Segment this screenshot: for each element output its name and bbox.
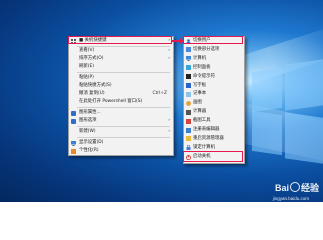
menu-separator — [77, 126, 170, 127]
menu-separator — [77, 72, 170, 73]
submenu-item-restart-explorer[interactable]: 重启资源管理器 — [184, 135, 244, 143]
wordpad-icon — [185, 83, 191, 88]
highlight-box — [183, 36, 243, 44]
menu-item-label: 刷新(E) — [79, 64, 94, 69]
snipping-icon — [185, 118, 191, 124]
graphics-icon — [71, 118, 76, 124]
menu-item-label: 查看(V) — [79, 48, 95, 53]
chevron-right-icon: › — [168, 129, 170, 134]
submenu-item-label: 计算机 — [193, 55, 207, 61]
windows-logo-pane — [285, 112, 323, 164]
menu-item-undo-copy[interactable]: 撤消 复制(U) Ctrl+Z — [69, 90, 173, 98]
app-icon — [185, 47, 191, 53]
windows-logo-pane — [252, 67, 282, 113]
submenu-item-label: 注册表编辑器 — [193, 127, 220, 132]
menu-item-label: 粘贴快捷方式(S) — [79, 83, 112, 88]
chevron-right-icon: › — [168, 48, 170, 53]
submenu-item-label: 重启资源管理器 — [193, 135, 224, 141]
chevron-right-icon: › — [168, 118, 170, 123]
menu-item-graphics-options[interactable]: 图形选项 › — [69, 117, 173, 125]
windows-logo-pane — [252, 110, 282, 156]
calculator-icon — [185, 109, 191, 115]
submenu-item-label: 写字板 — [193, 82, 207, 88]
watermark-brand-2: 经验 — [300, 183, 319, 193]
explorer-icon — [185, 136, 191, 142]
watermark-brand: Bai — [274, 183, 289, 193]
menu-separator — [77, 137, 170, 138]
desktop-context-menu: ■ 关机快捷键 › 查看(V) › 排序方式(O) › 刷新(E) 粘贴(P) … — [68, 36, 174, 156]
submenu-item-label: 记事本 — [193, 91, 207, 97]
menu-item-refresh[interactable]: 刷新(E) — [69, 63, 173, 71]
submenu-item-cmd[interactable]: 命令提示符 — [184, 73, 244, 81]
submenu-item-control-panel[interactable]: 控制面板 — [184, 64, 244, 72]
shutdown-shortcuts-submenu: 切换用户 切换部分选项 计算机 控制面板 命令提示符 写字板 记事本 画图 计算… — [183, 36, 245, 164]
watermark-url: jingyan.baidu.com — [272, 196, 309, 201]
shortcut-text: Ctrl+Z — [152, 91, 168, 96]
menu-item-view[interactable]: 查看(V) › — [69, 47, 173, 55]
menu-item-paste[interactable]: 粘贴(P) — [69, 74, 173, 82]
regedit-icon — [185, 127, 191, 133]
submenu-item-calculator[interactable]: 计算器 — [184, 108, 244, 116]
submenu-item-wordpad[interactable]: 写字板 — [184, 82, 244, 90]
menu-item-label: 在此处打开 Powershell 窗口(S) — [79, 99, 143, 104]
submenu-item-notepad[interactable]: 记事本 — [184, 90, 244, 98]
menu-item-display-settings[interactable]: 显示设置(D) — [69, 139, 173, 147]
menu-item-label: 个性化(R) — [79, 148, 99, 153]
menu-item-open-powershell[interactable]: 在此处打开 Powershell 窗口(S) — [69, 98, 173, 106]
submenu-item-computer[interactable]: 计算机 — [184, 55, 244, 63]
submenu-item-paint[interactable]: 画图 — [184, 99, 244, 107]
menu-item-label: 粘贴(P) — [79, 75, 94, 80]
baidu-jingyan-watermark: Bai 经验 — [275, 181, 319, 194]
chevron-right-icon: › — [168, 56, 170, 61]
control-panel-icon — [185, 65, 191, 71]
personalize-icon — [71, 148, 76, 154]
menu-item-label: 撤消 复制(U) — [79, 91, 105, 96]
paw-icon — [289, 182, 300, 192]
menu-item-label: 图形选项 — [79, 118, 97, 123]
submenu-item-label: 画图 — [193, 100, 202, 106]
menu-item-sort-by[interactable]: 排序方式(O) › — [69, 55, 173, 63]
menu-item-label: 新建(W) — [79, 129, 96, 134]
arrow-right-icon — [180, 37, 184, 44]
submenu-item-snipping-tool[interactable]: 截图工具 — [184, 117, 244, 125]
submenu-item-regedit[interactable]: 注册表编辑器 — [184, 126, 244, 134]
lock-icon — [186, 145, 191, 151]
submenu-item-label: 控制面板 — [193, 64, 211, 70]
display-icon — [71, 140, 76, 146]
submenu-item-label: 切换部分选项 — [193, 46, 220, 52]
menu-item-personalize[interactable]: 个性化(R) — [69, 147, 173, 155]
submenu-item[interactable]: 切换部分选项 — [184, 46, 244, 54]
windows-logo-pane — [285, 59, 323, 111]
menu-item-paste-shortcut[interactable]: 粘贴快捷方式(S) — [69, 82, 173, 90]
menu-item-label: 显示设置(D) — [79, 140, 104, 145]
menu-item-new[interactable]: 新建(W) › — [69, 128, 173, 136]
graphics-icon — [71, 110, 76, 116]
menu-item-graphics-properties[interactable]: 图形属性... — [69, 109, 173, 117]
submenu-item-label: 截图工具 — [193, 118, 211, 124]
menu-item-label: 排序方式(O) — [79, 56, 104, 61]
highlight-box — [68, 36, 172, 44]
menu-separator — [77, 107, 170, 108]
submenu-item-label: 命令提示符 — [193, 73, 215, 79]
desktop-background[interactable]: ■ 关机快捷键 › 查看(V) › 排序方式(O) › 刷新(E) 粘贴(P) … — [0, 0, 323, 202]
computer-icon — [185, 56, 191, 62]
highlight-box — [183, 151, 243, 162]
cmd-icon — [185, 74, 191, 80]
menu-item-label: 图形属性... — [79, 110, 101, 115]
paint-icon — [185, 100, 191, 106]
submenu-item-label: 计算器 — [193, 109, 207, 115]
notepad-icon — [185, 91, 191, 97]
